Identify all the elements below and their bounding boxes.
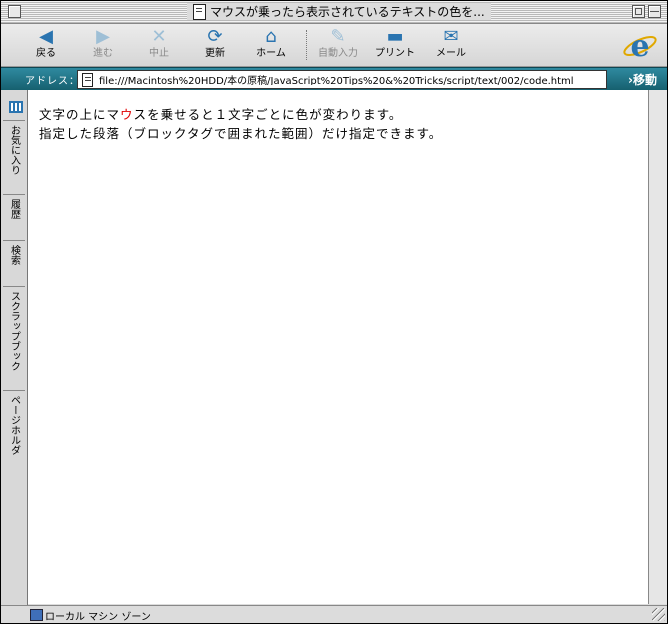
stop-x-icon: ✕ (151, 26, 167, 47)
browser-window: マウスが乗ったら表示されているテキストの色を... ◀ 戻る ▶ 進む ✕ 中止… (0, 0, 668, 624)
resize-grip[interactable] (652, 608, 665, 621)
refresh-icon: ⟳ (207, 26, 223, 47)
content-paragraph: 文字の上にマウスを乗せると１文字ごとに色が変わります。 指定した段落（ブロックタ… (39, 105, 619, 143)
svg-text:e: e (630, 29, 649, 63)
content-line-1: 文字の上にマウスを乗せると１文字ごとに色が変わります。 (39, 107, 403, 122)
address-input[interactable] (99, 74, 599, 85)
address-bar: アドレス： ›移動 (1, 67, 667, 91)
sidebar-toggle-icon[interactable] (9, 100, 23, 114)
pen-icon: ✎ (330, 26, 346, 47)
stop-button[interactable]: ✕ 中止 (131, 26, 187, 64)
home-icon: ⌂ (265, 26, 277, 47)
status-text: ローカル マシン ゾーン (45, 612, 151, 623)
toolbar: ◀ 戻る ▶ 進む ✕ 中止 ⟳ 更新 ⌂ ホーム ✎ 自動入力 ▬ プリント … (1, 24, 667, 67)
zoom-box[interactable] (632, 5, 645, 18)
refresh-button[interactable]: ⟳ 更新 (187, 26, 243, 64)
mail-icon: ✉ (443, 26, 459, 47)
back-arrow-icon: ◀ (39, 26, 53, 47)
highlighted-char: ウ (120, 107, 134, 122)
close-box[interactable] (8, 5, 21, 18)
tab-favorites[interactable]: お気に入り (3, 120, 25, 182)
tab-history[interactable]: 履歴 (3, 194, 25, 234)
toolbar-separator (306, 30, 308, 60)
go-button[interactable]: ›移動 (628, 71, 657, 88)
back-button[interactable]: ◀ 戻る (18, 26, 74, 64)
document-icon (193, 3, 206, 20)
forward-arrow-icon: ▶ (96, 26, 110, 47)
collapse-box[interactable] (648, 5, 661, 18)
tab-page-holder[interactable]: ページホルダ (3, 390, 25, 470)
title-bar[interactable]: マウスが乗ったら表示されているテキストの色を... (1, 1, 667, 24)
printer-icon: ▬ (386, 26, 404, 47)
home-button[interactable]: ⌂ ホーム (243, 26, 299, 64)
window-title-text: マウスが乗ったら表示されているテキストの色を... (210, 5, 485, 19)
tab-search[interactable]: 検索 (3, 240, 25, 280)
explorer-bar-tabs: お気に入り 履歴 検索 スクラップブック ページホルダ (1, 90, 28, 605)
status-bar: ローカル マシン ゾーン (1, 605, 667, 623)
autofill-button[interactable]: ✎ 自動入力 (310, 26, 366, 64)
forward-button[interactable]: ▶ 進む (75, 26, 131, 64)
page-content: 文字の上にマウスを乗せると１文字ごとに色が変わります。 指定した段落（ブロックタ… (28, 90, 648, 604)
address-field[interactable] (77, 70, 607, 89)
tab-scrapbook[interactable]: スクラップブック (3, 286, 25, 384)
mail-button[interactable]: ✉ メール (423, 26, 479, 64)
print-button[interactable]: ▬ プリント (367, 26, 423, 64)
address-label: アドレス： (25, 76, 80, 87)
vertical-scrollbar[interactable] (648, 90, 667, 604)
window-title: マウスが乗ったら表示されているテキストの色を... (187, 3, 491, 20)
computer-zone-icon (30, 609, 43, 621)
page-icon (82, 72, 93, 87)
content-line-2: 指定した段落（ブロックタグで囲まれた範囲）だけ指定できます。 (39, 126, 443, 141)
ie-logo-icon: e (623, 29, 657, 63)
